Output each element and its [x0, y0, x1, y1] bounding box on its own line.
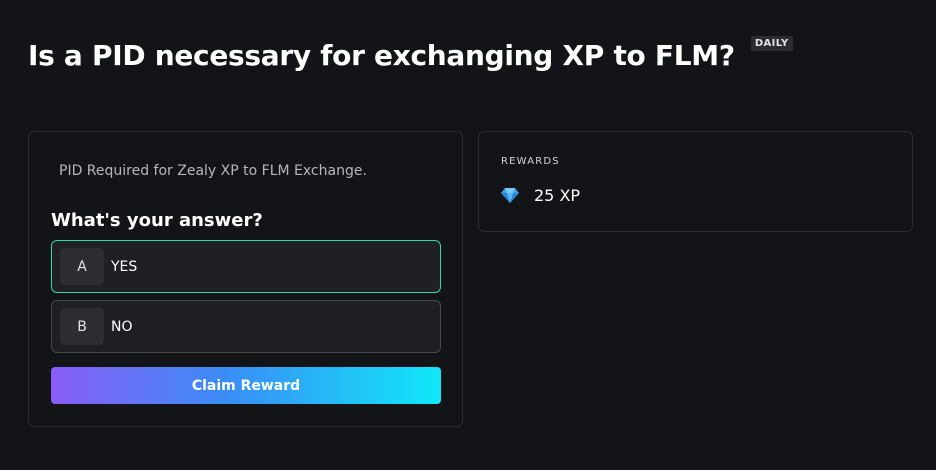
- reward-amount: 25 XP: [534, 185, 581, 205]
- question-heading: What's your answer?: [51, 210, 263, 231]
- rewards-card: REWARDS 25 XP: [478, 131, 913, 232]
- option-label-yes: YES: [111, 258, 138, 275]
- daily-badge: DAILY: [750, 36, 793, 51]
- option-yes[interactable]: A YES: [51, 240, 441, 293]
- reward-row: 25 XP: [500, 185, 580, 205]
- option-label-no: NO: [111, 318, 133, 335]
- rewards-heading: REWARDS: [501, 156, 560, 167]
- quest-page: Is a PID necessary for exchanging XP to …: [0, 0, 936, 470]
- quest-description: PID Required for Zealy XP to FLM Exchang…: [59, 163, 367, 179]
- title-row: Is a PID necessary for exchanging XP to …: [28, 36, 793, 76]
- gem-icon: [500, 185, 520, 205]
- option-key-a: A: [60, 248, 104, 285]
- claim-reward-button[interactable]: Claim Reward: [51, 367, 441, 404]
- page-title: Is a PID necessary for exchanging XP to …: [28, 39, 735, 72]
- option-key-b: B: [60, 308, 104, 345]
- quest-card: PID Required for Zealy XP to FLM Exchang…: [28, 131, 463, 427]
- option-no[interactable]: B NO: [51, 300, 441, 353]
